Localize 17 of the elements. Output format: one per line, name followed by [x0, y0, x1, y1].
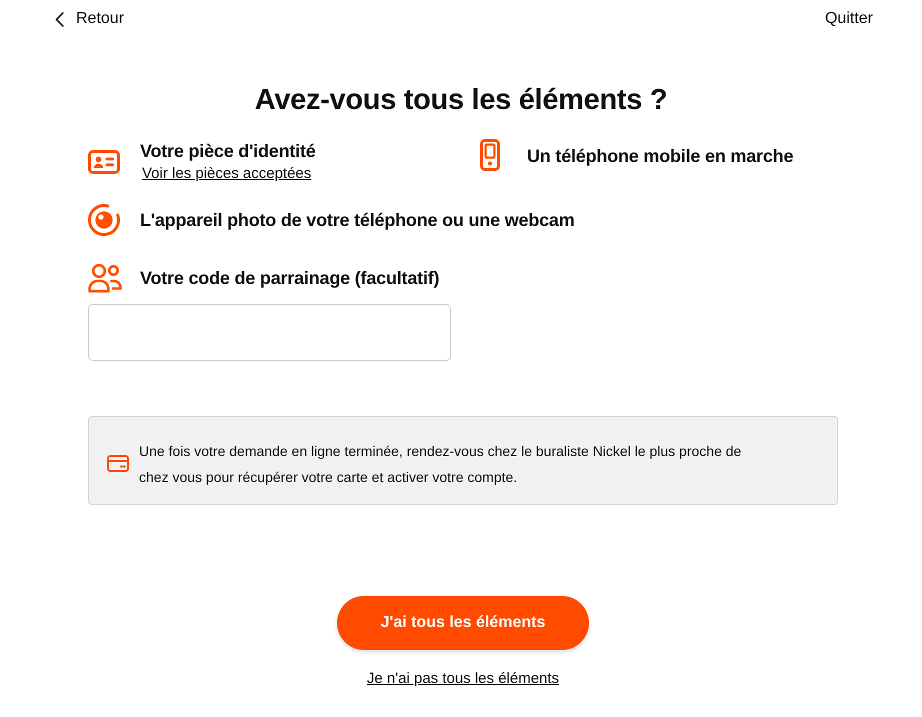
requirement-label: Votre code de parrainage (facultatif) [140, 267, 440, 290]
chevron-left-icon [55, 12, 64, 26]
missing-items-link[interactable]: Je n'ai pas tous les éléments [366, 669, 560, 689]
id-card-icon [88, 150, 120, 174]
camera-icon [88, 204, 120, 236]
back-button[interactable]: Retour [55, 10, 124, 28]
phone-icon [480, 139, 500, 171]
requirement-label: Un téléphone mobile en marche [527, 145, 794, 168]
referral-code-field[interactable] [88, 304, 451, 361]
requirement-label: Votre pièce d'identité [140, 140, 316, 163]
page-title: Avez-vous tous les éléments ? [254, 83, 668, 118]
info-text: Une fois votre demande en ligne terminée, rendez-vous chez le buraliste Nickel le plus proche de chez vous pour récupérer votre carte et activer votre compte. [139, 442, 742, 487]
requirement-label: L'appareil photo de votre téléphone ou une webcam [140, 209, 575, 232]
quit-button[interactable]: Quitter [824, 10, 873, 28]
accepted-documents-link[interactable]: Voir les pièces acceptées [142, 164, 312, 184]
card-icon [107, 455, 129, 472]
people-icon [88, 263, 122, 293]
